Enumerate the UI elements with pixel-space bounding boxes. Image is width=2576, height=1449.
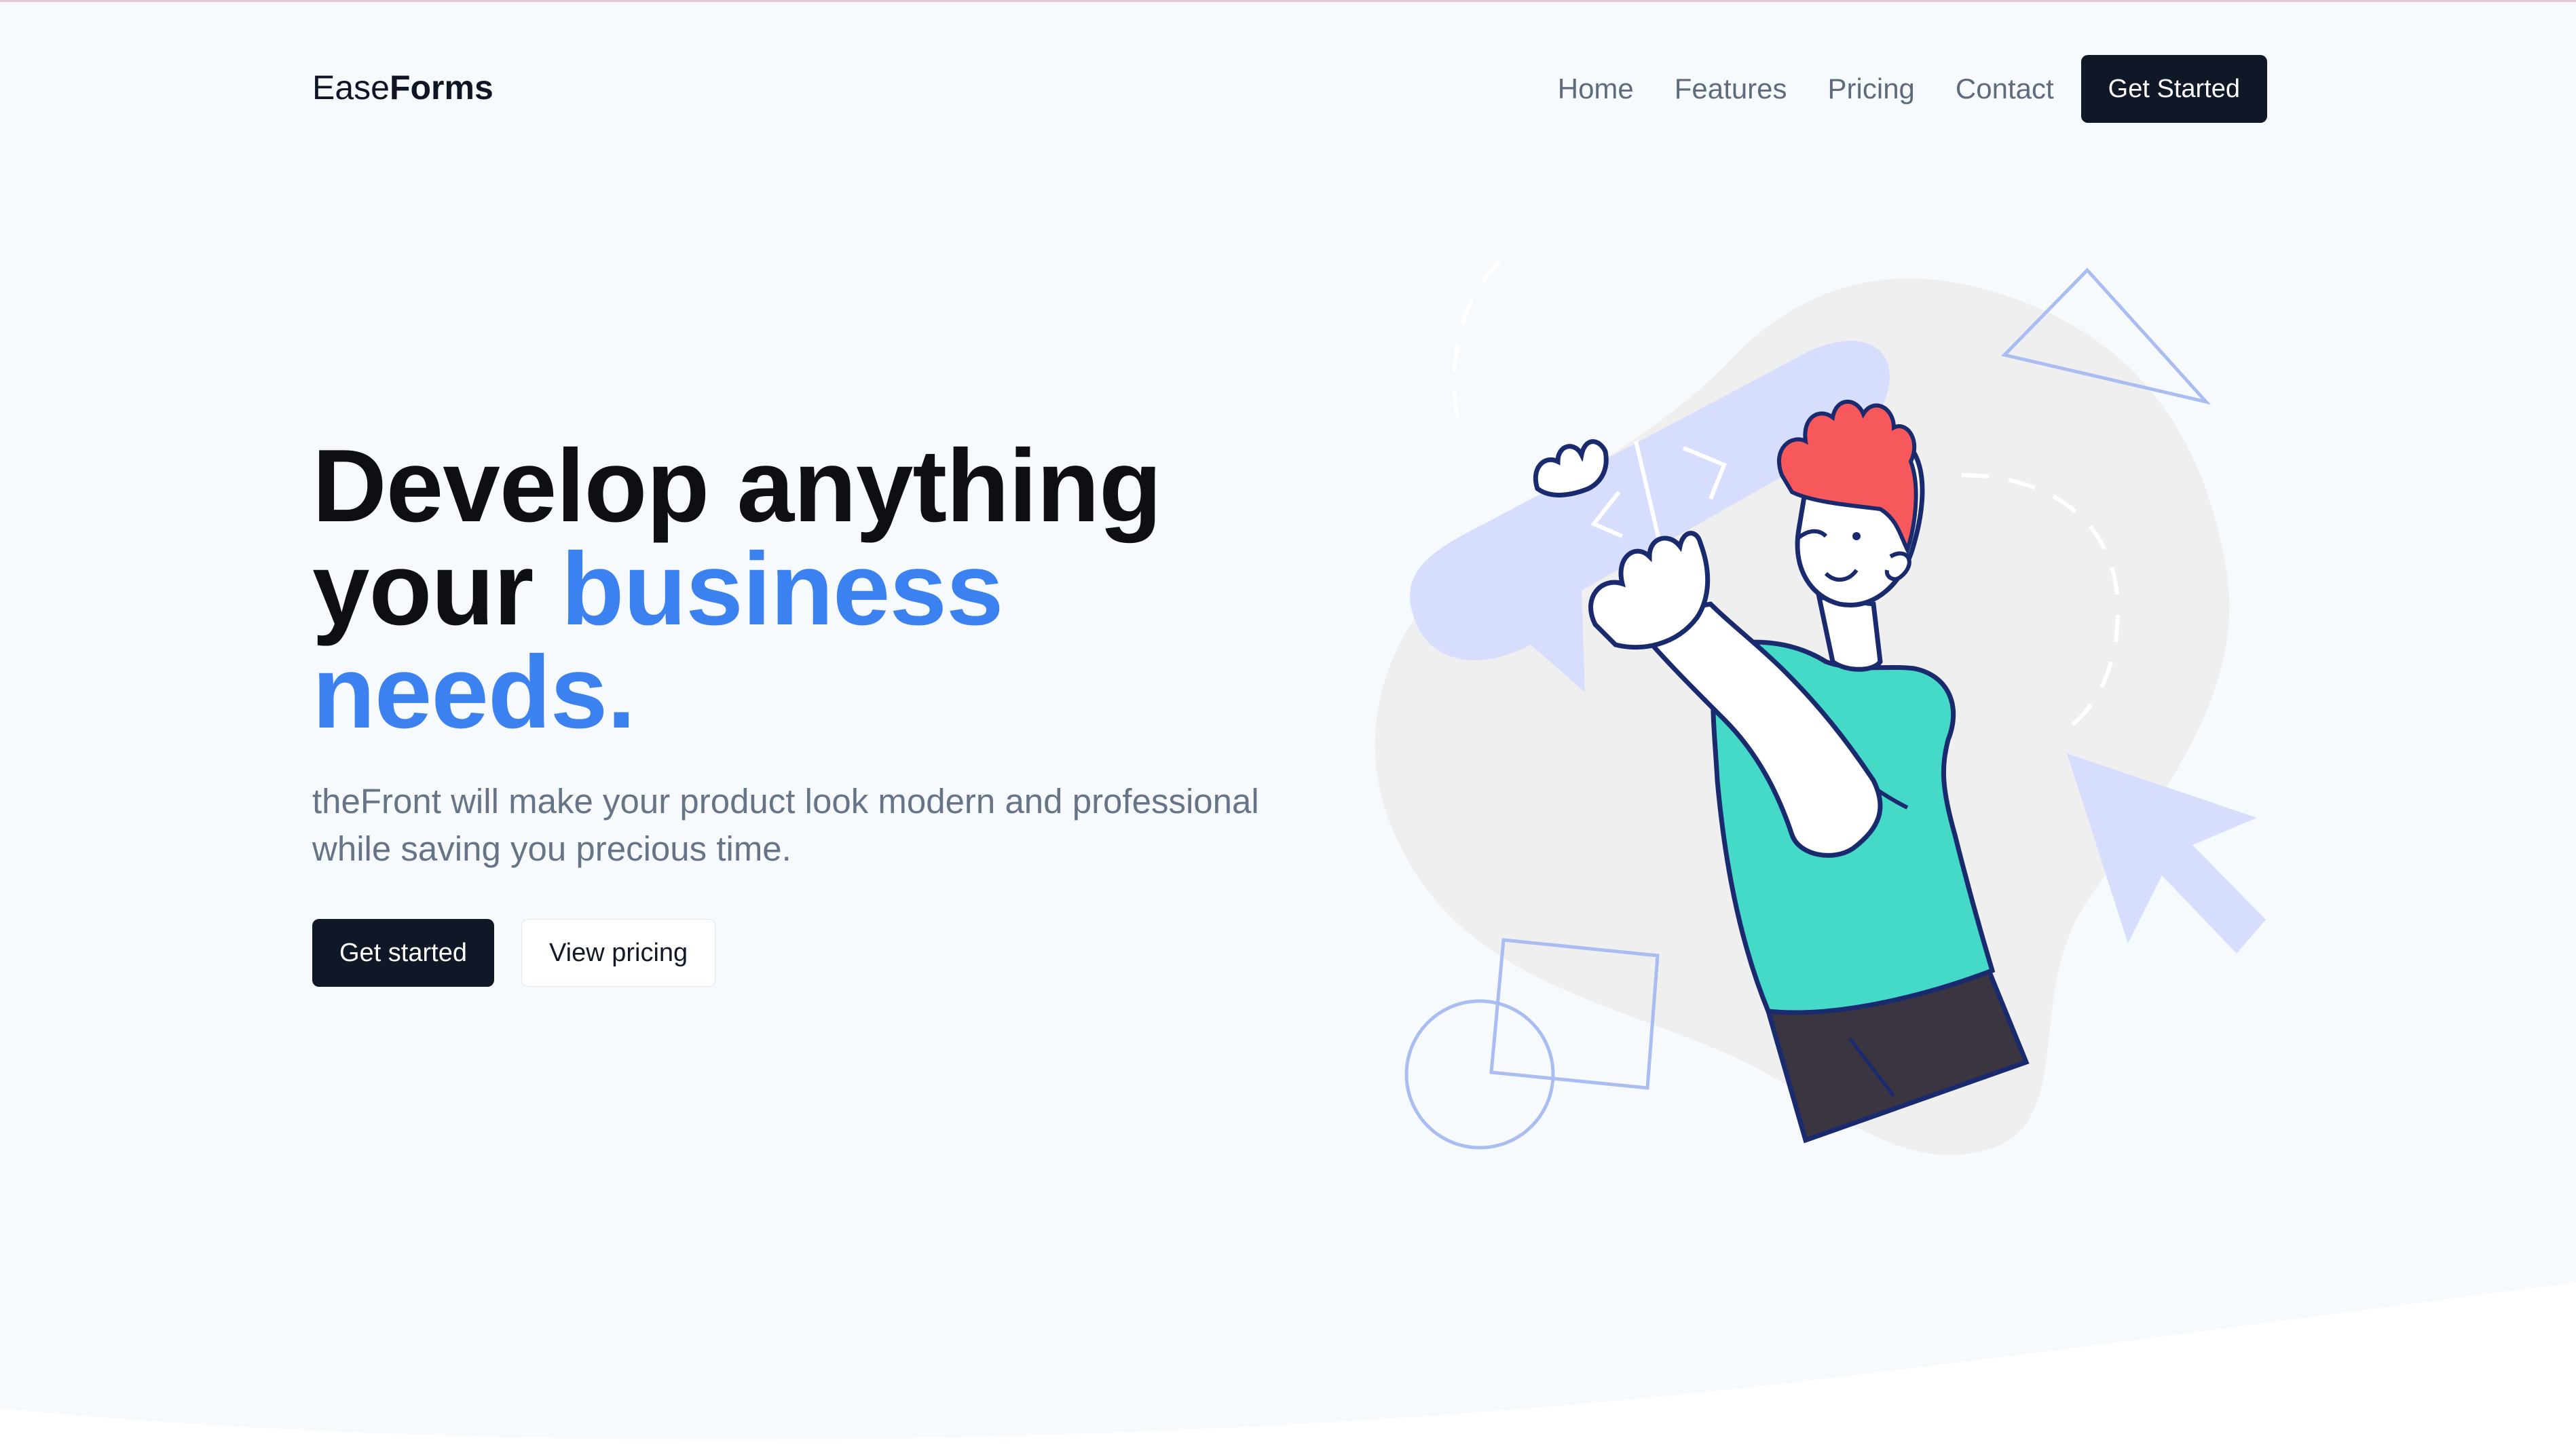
nav-link-home[interactable]: Home: [1558, 73, 1634, 105]
headline-line-3-accent: needs.: [312, 635, 636, 750]
logo-light-text: Ease: [312, 69, 390, 107]
headline-line-2-accent: business: [561, 531, 1004, 647]
landing-page: EaseForms Home Features Pricing Contact …: [0, 0, 2576, 1449]
hero-section: Develop anything your business needs. th…: [312, 434, 1371, 987]
get-started-button[interactable]: Get started: [312, 919, 494, 987]
hero-subtext: theFront will make your product look mod…: [312, 782, 1259, 868]
nav-link-contact[interactable]: Contact: [1956, 73, 2054, 105]
hero-cta-row: Get started View pricing: [312, 919, 1371, 987]
nav-link-pricing[interactable]: Pricing: [1828, 73, 1915, 105]
site-header: EaseForms Home Features Pricing Contact …: [312, 54, 2267, 124]
headline-line-1: Develop anything: [312, 428, 1162, 544]
get-started-nav-button[interactable]: Get Started: [2080, 55, 2267, 123]
main-nav: Home Features Pricing Contact Get Starte…: [1517, 54, 2267, 124]
nav-link-features[interactable]: Features: [1675, 73, 1787, 105]
headline-line-2-plain: your: [312, 531, 561, 647]
view-pricing-button[interactable]: View pricing: [521, 919, 716, 987]
brand-logo[interactable]: EaseForms: [312, 68, 493, 107]
hero-headline: Develop anything your business needs.: [312, 434, 1371, 744]
logo-bold-text: Forms: [389, 69, 493, 107]
